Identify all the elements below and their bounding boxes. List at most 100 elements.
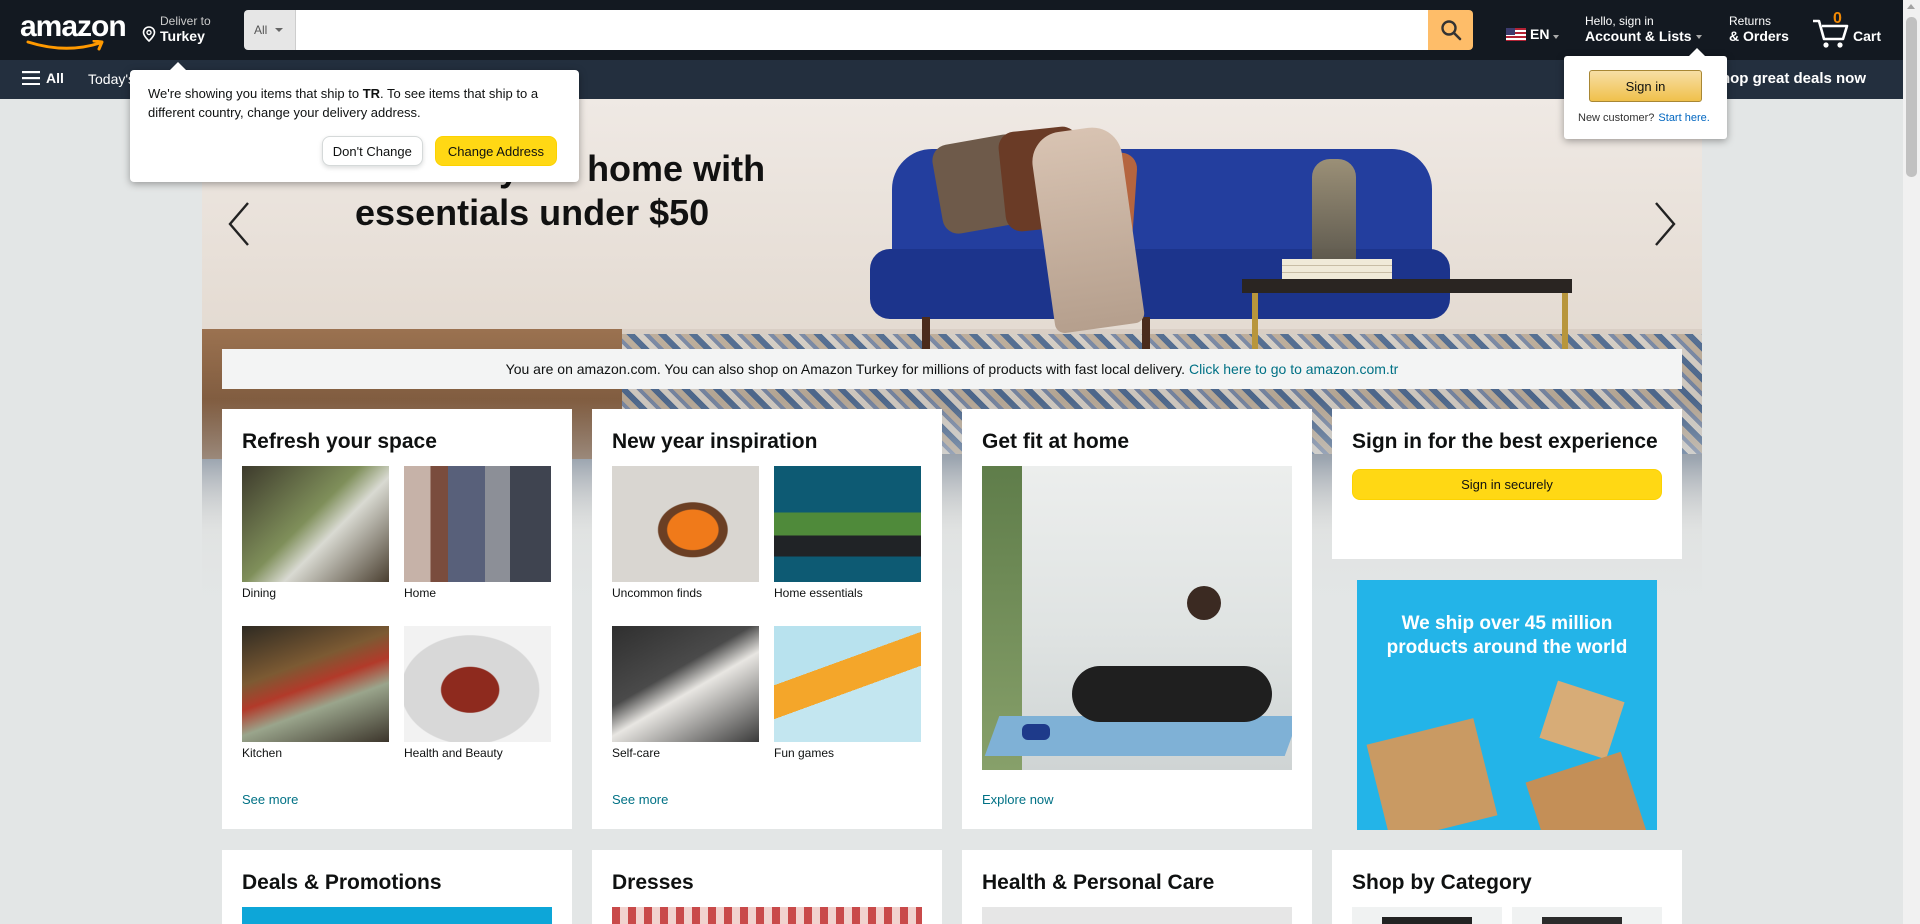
hero-coffee-table [1242, 279, 1572, 293]
popover-buttons: Don't Change Change Address [321, 136, 557, 166]
popover-message: We're showing you items that ship to TR.… [148, 84, 561, 122]
fun-games-image [774, 626, 921, 742]
quad-item-kitchen[interactable]: Kitchen [242, 626, 389, 760]
deliver-label: Deliver to [160, 14, 211, 28]
quad-caption: Dining [242, 586, 277, 600]
kitchen-image [242, 626, 389, 742]
card-title: Shop by Category [1352, 871, 1532, 894]
category-image[interactable] [1352, 907, 1502, 924]
returns-orders[interactable]: Returns & Orders [1729, 14, 1789, 44]
dumbbell-shape [1022, 724, 1050, 740]
caret-down-icon [275, 28, 284, 32]
quad-item-dining[interactable]: Dining [242, 466, 389, 600]
cart[interactable]: 0 Cart [1811, 10, 1881, 50]
scroll-up-icon[interactable] [1907, 4, 1915, 9]
hero-sofa-leg [922, 317, 930, 349]
search-input[interactable] [296, 10, 1428, 50]
deals-image[interactable] [242, 907, 552, 924]
card-title: Dresses [612, 871, 694, 894]
fitness-image[interactable] [982, 466, 1292, 770]
card-get-fit-at-home: Get fit at home Explore now [962, 409, 1312, 829]
hamburger-icon [22, 71, 40, 85]
explore-now-link[interactable]: Explore now [982, 792, 1054, 807]
caret-down-icon [1553, 35, 1560, 39]
quad-item-fun-games[interactable]: Fun games [774, 626, 921, 760]
health-care-image[interactable] [982, 907, 1292, 924]
flyout-sign-in-button[interactable]: Sign in [1589, 70, 1702, 102]
change-address-button[interactable]: Change Address [434, 136, 557, 166]
sign-in-securely-button[interactable]: Sign in securely [1352, 469, 1662, 500]
card-health-personal-care: Health & Personal Care [962, 850, 1312, 924]
card-sign-in: Sign in for the best experience Sign in … [1332, 409, 1682, 559]
page-scrollbar[interactable] [1903, 0, 1920, 924]
category-image[interactable] [1512, 907, 1662, 924]
quad-caption: Fun games [774, 746, 835, 760]
amazon-tr-notice: You are on amazon.com. You can also shop… [222, 349, 1682, 389]
smile-arrow-icon [26, 40, 104, 51]
card-dresses: Dresses [592, 850, 942, 924]
card-shop-by-category: Shop by Category [1332, 850, 1682, 924]
dresses-image[interactable] [612, 907, 922, 924]
language-code: EN [1530, 26, 1550, 42]
box-shape [1539, 680, 1625, 760]
category-device-shape [1542, 917, 1622, 924]
self-care-image [612, 626, 759, 742]
sign-in-flyout: Sign in New customer? Start here. [1564, 48, 1727, 139]
hero-sofa-leg [1142, 317, 1150, 349]
delivery-popover: We're showing you items that ship to TR.… [130, 62, 579, 182]
shop-deals-link[interactable]: Shop great deals now [1711, 70, 1866, 87]
all-menu-button[interactable]: All [22, 70, 64, 86]
quad-caption: Uncommon finds [612, 586, 703, 600]
search-icon [1440, 20, 1461, 41]
card-title: Deals & Promotions [242, 871, 442, 894]
search-button[interactable] [1428, 10, 1473, 50]
all-menu-label: All [46, 70, 64, 86]
dont-change-button[interactable]: Don't Change [321, 136, 423, 166]
person-head-shape [1187, 586, 1221, 620]
account-greeting: Hello, sign in [1585, 14, 1654, 28]
returns-label: Returns [1729, 14, 1772, 28]
top-nav: amazon Deliver to Turkey All EN Hello, s… [0, 0, 1920, 60]
search-bar: All [244, 10, 1473, 50]
person-shape [1072, 666, 1272, 722]
start-here-link[interactable]: Start here. [1658, 112, 1709, 124]
cart-label: Cart [1853, 28, 1882, 44]
chevron-left-icon[interactable] [224, 199, 254, 249]
health-beauty-image [404, 626, 551, 742]
location-pin-icon [142, 26, 156, 42]
scrollbar-thumb[interactable] [1906, 17, 1917, 177]
notice-text: You are on amazon.com. You can also shop… [505, 361, 1186, 377]
quad-caption: Kitchen [242, 746, 283, 760]
quad-item-self-care[interactable]: Self-care [612, 626, 759, 760]
uncommon-finds-image [612, 466, 759, 582]
card-title: New year inspiration [612, 430, 818, 453]
popover-text-before: We're showing you items that ship to [148, 86, 363, 101]
see-more-link[interactable]: See more [612, 792, 668, 807]
card-title: Refresh your space [242, 430, 437, 453]
quad-item-uncommon-finds[interactable]: Uncommon finds [612, 466, 759, 600]
hero-books [1282, 259, 1392, 279]
search-category-label: All [254, 23, 268, 37]
box-shape [1525, 751, 1649, 830]
amazon-logo[interactable]: amazon [20, 12, 127, 51]
new-customer-row: New customer? Start here. [1578, 112, 1710, 124]
card-title: Sign in for the best experience [1352, 430, 1658, 453]
language-selector[interactable]: EN [1506, 26, 1560, 42]
ship-worldwide-ad[interactable]: We ship over 45 million products around … [1357, 580, 1657, 830]
see-more-link[interactable]: See more [242, 792, 298, 807]
new-customer-text: New customer? [1578, 112, 1655, 124]
account-lists[interactable]: Hello, sign in Account & Lists [1585, 14, 1702, 44]
quad-item-health-beauty[interactable]: Health and Beauty [404, 626, 551, 760]
cart-icon [1813, 19, 1849, 48]
chevron-right-icon[interactable] [1650, 199, 1680, 249]
quad-item-home-essentials[interactable]: Home essentials [774, 466, 921, 600]
ship-ad-text: We ship over 45 million products around … [1386, 613, 1628, 658]
us-flag-icon [1506, 27, 1526, 41]
card-title: Health & Personal Care [982, 871, 1215, 894]
account-label: Account & Lists [1585, 28, 1692, 44]
search-category-select[interactable]: All [244, 10, 296, 50]
amazon-tr-link[interactable]: Click here to go to amazon.com.tr [1189, 361, 1398, 377]
deliver-to[interactable]: Deliver to Turkey [142, 14, 211, 48]
cart-count: 0 [1833, 10, 1842, 27]
quad-item-home[interactable]: Home [404, 466, 551, 600]
